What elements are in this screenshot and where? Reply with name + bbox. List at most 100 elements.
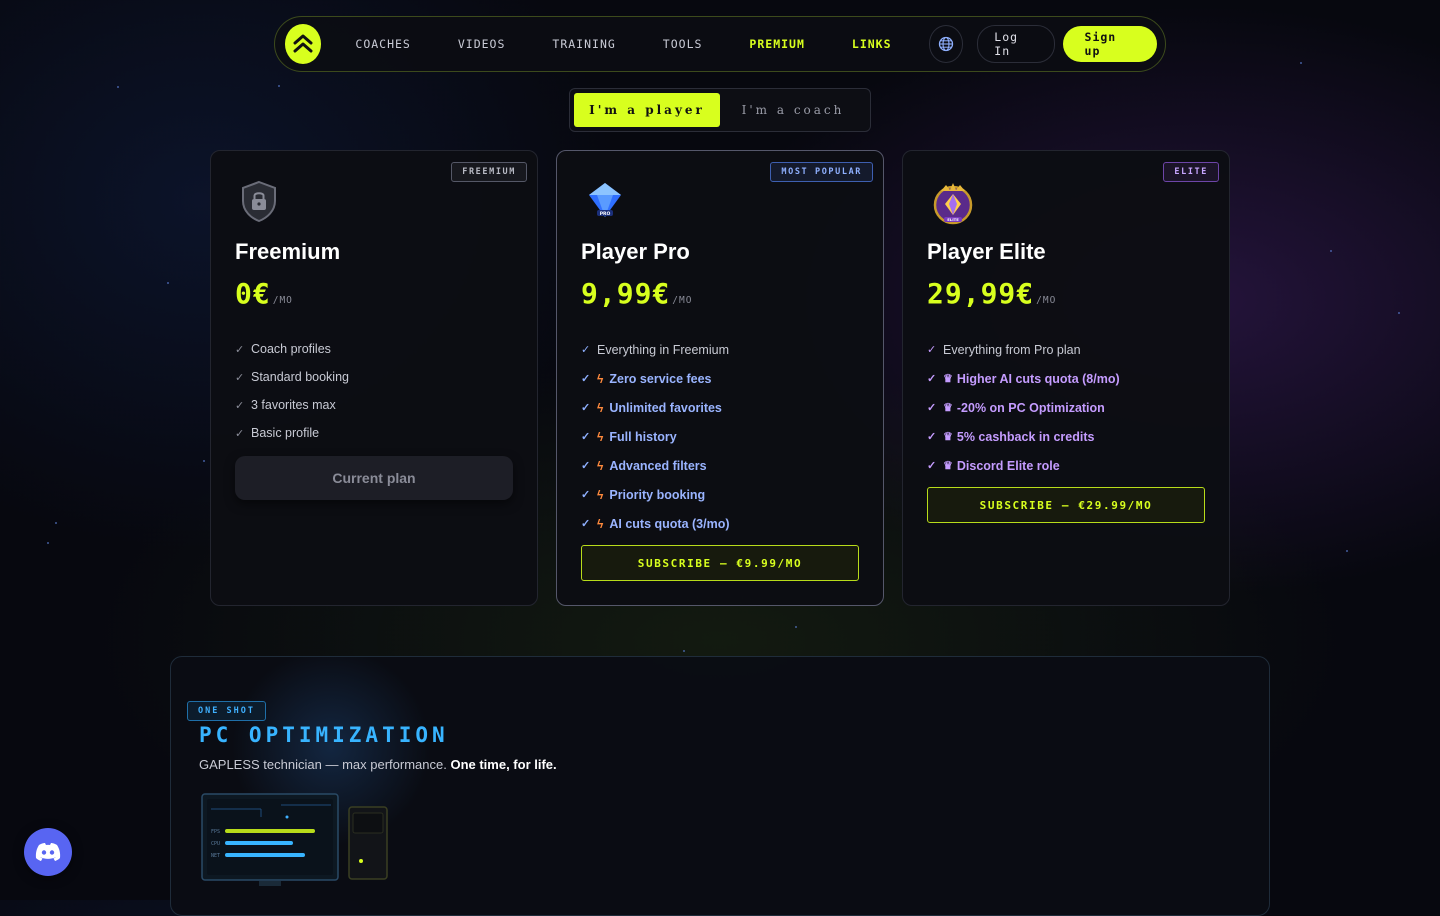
price-unit: /MO [1036, 295, 1057, 306]
check-icon: ✓ [235, 399, 245, 412]
toggle-coach[interactable]: I'm a coach [720, 93, 866, 127]
elite-crown-icon: ELITE [929, 179, 973, 225]
check-icon: ✓ [927, 431, 937, 443]
feature-item: ✓ Basic profile [235, 419, 517, 447]
check-icon: ✓ [235, 343, 245, 356]
feature-label: Standard booking [251, 370, 349, 384]
feature-item: ✓ ϟ Full history [581, 422, 863, 451]
star-decoration [683, 650, 685, 652]
bolt-icon: ϟ [597, 429, 604, 444]
feature-item: ✓ ϟ Priority booking [581, 480, 863, 509]
plan-card-pro: MOST POPULAR PRO Player Pro 9,99€ /MO ✓ E… [556, 150, 884, 606]
check-icon: ✓ [581, 518, 591, 530]
feature-label: 3 favorites max [251, 398, 336, 412]
feature-item: ✓ ϟ Unlimited favorites [581, 393, 863, 422]
section-description: GAPLESS technician — max performance. On… [199, 757, 557, 772]
feature-label: Discord Elite role [956, 458, 1060, 473]
nav-link-training[interactable]: TRAINING [552, 37, 615, 51]
star-decoration [1330, 250, 1332, 252]
price-value: 29,99€ [927, 277, 1035, 310]
bolt-icon: ϟ [597, 400, 604, 415]
feature-list: ✓ Coach profiles ✓ Standard booking ✓ 3 fav… [235, 335, 517, 447]
feature-item: ✓ Everything from Pro plan [927, 335, 1209, 364]
check-icon: ✓ [581, 431, 591, 443]
nav-link-videos[interactable]: VIDEOS [458, 37, 506, 51]
shield-lock-icon [237, 179, 281, 223]
discord-button[interactable] [24, 828, 72, 876]
current-plan-button[interactable]: Current plan [235, 456, 513, 500]
feature-label: Higher AI cuts quota (8/mo) [956, 371, 1120, 386]
check-icon: ✓ [927, 402, 937, 414]
plan-name: Player Pro [581, 239, 690, 264]
globe-icon[interactable] [928, 25, 964, 63]
feature-label: -20% on PC Optimization [956, 400, 1105, 415]
check-icon: ✓ [581, 402, 591, 414]
svg-text:ELITE: ELITE [947, 217, 959, 222]
check-icon: ✓ [581, 373, 591, 385]
price-unit: /MO [272, 295, 293, 306]
check-icon: ✓ [927, 373, 937, 385]
nav-link-tools[interactable]: TOOLS [663, 37, 703, 51]
plan-price: 0€ /MO [235, 277, 293, 310]
toggle-player[interactable]: I'm a player [574, 93, 720, 127]
screen-label: NET [211, 853, 221, 859]
crown-icon: ♛ [943, 460, 953, 472]
subscribe-pro-button[interactable]: SUBSCRIBE — €9.99/MO [581, 545, 859, 581]
crown-icon: ♛ [943, 431, 953, 443]
bolt-icon: ϟ [597, 458, 604, 473]
section-title: PC OPTIMIZATION [199, 723, 449, 747]
feature-label: Advanced filters [609, 458, 707, 473]
check-icon: ✓ [235, 371, 245, 384]
feature-list: ✓ Everything in Freemium ✓ ϟ Zero service f… [581, 335, 863, 538]
description-text: GAPLESS technician — max performance. [199, 757, 451, 772]
feature-list: ✓ Everything from Pro plan ✓ ♛ Higher AI cu… [927, 335, 1209, 480]
star-decoration [1398, 312, 1400, 314]
signup-button[interactable]: Sign up [1062, 26, 1157, 62]
star-decoration [278, 85, 280, 87]
plan-price: 9,99€ /MO [581, 277, 692, 310]
audience-toggle: I'm a player I'm a coach [569, 88, 871, 132]
feature-item: ✓ ♛ -20% on PC Optimization [927, 393, 1209, 422]
feature-label: Priority booking [609, 487, 706, 502]
plan-name: Freemium [235, 239, 341, 264]
star-decoration [47, 542, 49, 544]
check-icon: ✓ [581, 460, 591, 472]
star-decoration [55, 522, 57, 524]
screen-label: FPS [211, 829, 221, 835]
check-icon: ✓ [581, 489, 591, 501]
feature-label: 5% cashback in credits [956, 429, 1095, 444]
plan-price: 29,99€ /MO [927, 277, 1056, 310]
feature-label: Full history [609, 429, 677, 444]
crown-icon: ♛ [943, 373, 953, 385]
feature-item: ✓ Coach profiles [235, 335, 517, 363]
feature-label: Everything in Freemium [597, 342, 729, 357]
star-decoration [203, 460, 205, 462]
star-decoration [167, 282, 169, 284]
top-navigation: COACHES VIDEOS TRAINING TOOLS PREMIUM LI… [274, 16, 1166, 72]
nav-link-links[interactable]: LINKS [852, 37, 892, 51]
bolt-icon: ϟ [597, 516, 604, 531]
plan-badge: ELITE [1163, 162, 1219, 182]
check-icon: ✓ [927, 460, 937, 472]
description-emphasis: One time, for life. [450, 757, 557, 772]
nav-link-premium[interactable]: PREMIUM [749, 37, 804, 51]
star-decoration [1346, 550, 1348, 552]
star-decoration [795, 626, 797, 628]
feature-label: AI cuts quota (3/mo) [609, 516, 730, 531]
logo-icon[interactable] [285, 24, 322, 64]
nav-link-coaches[interactable]: COACHES [355, 37, 410, 51]
feature-item: ✓ ♛ Higher AI cuts quota (8/mo) [927, 364, 1209, 393]
login-button[interactable]: Log In [977, 25, 1055, 63]
blue-gem-icon: PRO [583, 179, 627, 223]
subscribe-elite-button[interactable]: SUBSCRIBE — €29.99/MO [927, 487, 1205, 523]
plan-card-freemium: FREEMIUM Freemium 0€ /MO ✓ Coach profiles… [210, 150, 538, 606]
feature-item: ✓ ♛ 5% cashback in credits [927, 422, 1209, 451]
pc-optimization-section: ONE SHOT PC OPTIMIZATION GAPLESS technic… [170, 656, 1270, 916]
plan-badge: MOST POPULAR [770, 162, 873, 182]
feature-item: ✓ ♛ Discord Elite role [927, 451, 1209, 480]
feature-item: ✓ Standard booking [235, 363, 517, 391]
feature-label: Everything from Pro plan [943, 342, 1081, 357]
price-value: 0€ [235, 277, 271, 310]
star-decoration [117, 86, 119, 88]
feature-item: ✓ Everything in Freemium [581, 335, 863, 364]
